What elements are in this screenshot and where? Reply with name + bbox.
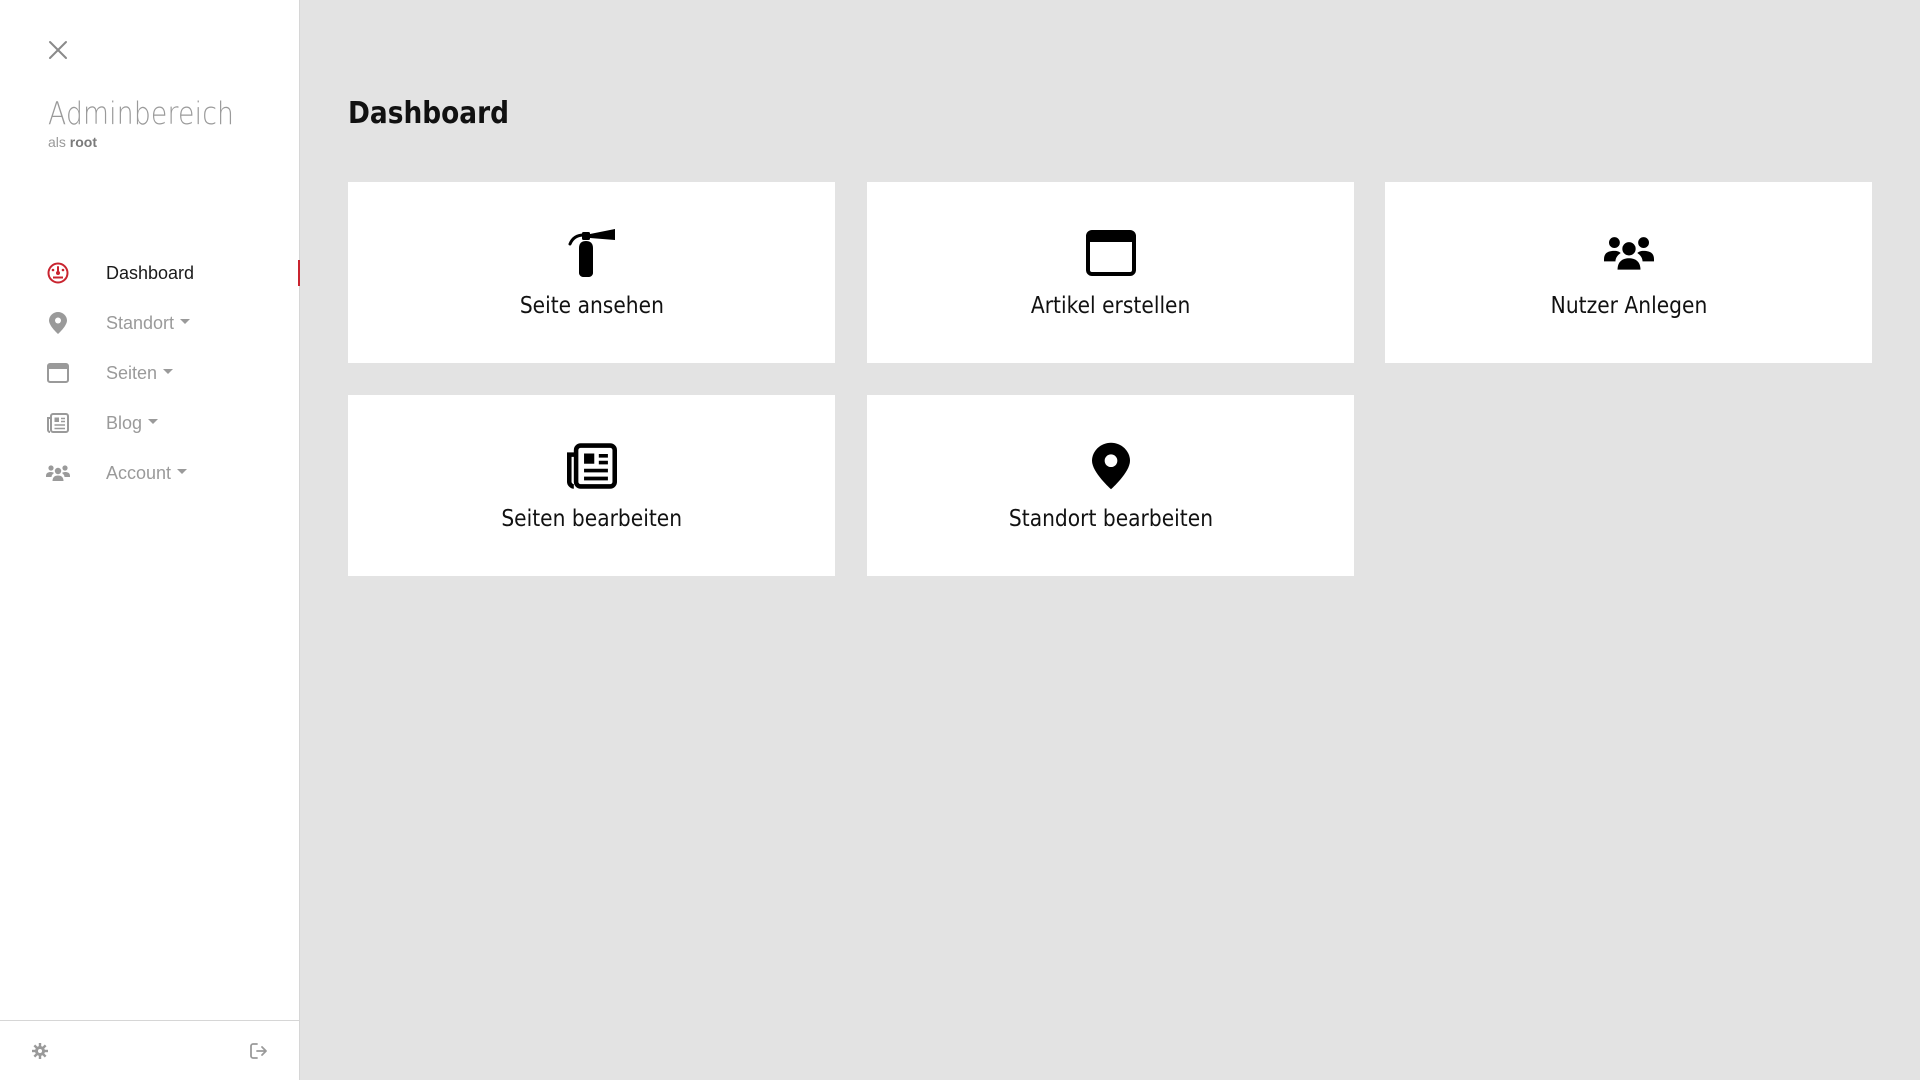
newspaper-icon [46, 411, 70, 435]
main-content: Dashboard Seite ansehen Artikel erstelle… [300, 0, 1920, 1080]
sidebar-item-account[interactable]: Account [0, 448, 300, 498]
card-artikel-erstellen[interactable]: Artikel erstellen [867, 182, 1354, 363]
browser-window-icon [1085, 227, 1137, 279]
brand-user-name: root [69, 134, 98, 150]
sidebar-item-text: Standort [106, 312, 175, 333]
sidebar-item-seiten[interactable]: Seiten [0, 348, 300, 398]
sidebar-item-text: Seiten [106, 362, 158, 383]
page-title: Dashboard [348, 96, 510, 131]
sidebar-item-label: Standort [106, 312, 191, 334]
sidebar-footer [0, 1020, 300, 1080]
chevron-down-icon [180, 319, 191, 325]
close-sidebar-button[interactable] [44, 36, 72, 64]
sidebar-nav: Dashboard Standort Seiten Blog Account [0, 248, 300, 498]
sidebar-item-dashboard[interactable]: Dashboard [0, 248, 300, 298]
card-label: Nutzer Anlegen [1550, 292, 1707, 319]
gear-icon [32, 1043, 48, 1059]
fire-extinguisher-icon [566, 227, 618, 279]
sign-out-icon [250, 1043, 267, 1059]
sidebar-item-text: Account [106, 462, 172, 483]
settings-button[interactable] [28, 1039, 52, 1063]
card-seiten-bearbeiten[interactable]: Seiten bearbeiten [348, 395, 835, 576]
sidebar-item-label: Dashboard [106, 262, 195, 283]
chevron-down-icon [148, 419, 159, 425]
brand: Adminbereich als root [48, 96, 264, 150]
sidebar-item-label: Account [106, 462, 188, 484]
card-label: Seite ansehen [519, 292, 664, 319]
card-standort-bearbeiten[interactable]: Standort bearbeiten [867, 395, 1354, 576]
brand-title: Adminbereich [48, 96, 235, 132]
sidebar: Adminbereich als root Dashboard Standort… [0, 0, 300, 1080]
chevron-down-icon [177, 469, 188, 475]
dashboard-gauge-icon [46, 261, 70, 285]
logout-button[interactable] [247, 1039, 271, 1063]
sidebar-item-standort[interactable]: Standort [0, 298, 300, 348]
close-icon [49, 41, 67, 59]
newspaper-icon [566, 440, 618, 492]
card-nutzer-anlegen[interactable]: Nutzer Anlegen [1385, 182, 1872, 363]
map-marker-icon [1085, 440, 1137, 492]
sidebar-item-label: Seiten [106, 362, 174, 384]
sidebar-item-blog[interactable]: Blog [0, 398, 300, 448]
brand-user: als root [48, 134, 264, 150]
card-label: Artikel erstellen [1030, 292, 1191, 319]
card-label: Seiten bearbeiten [501, 505, 682, 532]
browser-window-icon [46, 361, 70, 385]
chevron-down-icon [163, 369, 174, 375]
users-icon [1603, 227, 1655, 279]
brand-user-prefix: als [48, 134, 66, 150]
card-seite-ansehen[interactable]: Seite ansehen [348, 182, 835, 363]
card-label: Standort bearbeiten [1008, 505, 1213, 532]
map-marker-icon [46, 311, 70, 335]
sidebar-item-text: Blog [106, 412, 143, 433]
sidebar-item-label: Blog [106, 412, 159, 434]
users-icon [46, 461, 70, 485]
